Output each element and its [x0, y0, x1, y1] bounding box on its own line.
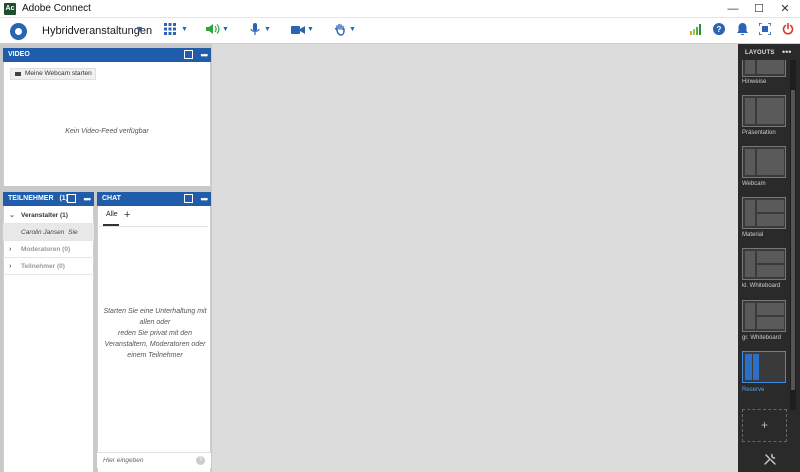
attendee-group-hosts[interactable]: ⌄ Veranstalter (1) [3, 207, 94, 224]
help-icon[interactable]: ? [711, 23, 727, 39]
chat-pod-header: CHAT ••• [97, 192, 211, 206]
layout-label: Reserve [742, 387, 765, 393]
tools-icon[interactable] [764, 453, 776, 468]
attendee-name: Carolin Jansen [21, 229, 65, 236]
chevron-down-icon[interactable]: ▼ [135, 24, 144, 34]
add-chat-tab-button[interactable]: + [124, 209, 130, 221]
chevron-down-icon[interactable]: ▼ [222, 26, 229, 33]
chevron-down-icon[interactable]: ▼ [307, 26, 314, 33]
attendee-group-participants[interactable]: › Teilnehmer (0) [3, 258, 94, 275]
chat-empty-message: Starten Sie eine Unterhaltung mit allen … [103, 308, 207, 359]
maximize-pod-icon[interactable] [184, 194, 193, 203]
chevron-down-icon[interactable]: ▼ [349, 26, 356, 33]
layout-item-reserve[interactable]: Reserve [741, 351, 787, 396]
attendees-pod-title: TEILNEHMER [8, 195, 54, 202]
attendee-row[interactable]: Carolin Jansen Sie [3, 224, 94, 241]
layout-item-praesentation[interactable]: Präsentation [741, 95, 787, 140]
layout-label: Präsentation [742, 130, 776, 136]
video-pod-title: VIDEO [8, 51, 30, 58]
layout-thumbnail [742, 197, 786, 229]
add-layout-button[interactable]: + [742, 409, 787, 442]
window-title: Adobe Connect [22, 3, 91, 14]
layout-thumbnail [742, 300, 786, 332]
svg-text:?: ? [717, 25, 722, 34]
video-pod-body [3, 62, 211, 186]
chat-input-placeholder: Hier eingeben [103, 457, 144, 464]
attendee-group-presenters[interactable]: › Moderatoren (0) [3, 241, 94, 258]
chevron-down-icon: ⌄ [9, 212, 15, 219]
title-bar: Ac Adobe Connect — ☐ ✕ [0, 0, 800, 18]
chevron-down-icon[interactable]: ▼ [264, 26, 271, 33]
chat-message-input[interactable]: Hier eingeben ? [97, 452, 211, 468]
more-options-icon[interactable]: ••• [84, 192, 92, 206]
signal-bars-icon[interactable] [688, 23, 704, 39]
chevron-right-icon: › [9, 246, 12, 253]
raise-hand-icon[interactable] [332, 23, 348, 39]
start-webcam-label: Meine Webcam starten [25, 70, 92, 77]
layout-thumbnail [742, 95, 786, 127]
layout-item-kl-whiteboard[interactable]: kl. Whiteboard [741, 248, 787, 293]
camera-icon [15, 72, 21, 76]
layouts-title: LAYOUTS [745, 50, 775, 56]
chevron-down-icon[interactable]: ▼ [181, 26, 188, 33]
maximize-button[interactable]: ☐ [746, 0, 772, 18]
layout-item-material[interactable]: Material [741, 197, 787, 242]
minimize-button[interactable]: — [720, 0, 746, 18]
more-options-icon[interactable]: ••• [782, 47, 791, 57]
start-webcam-button[interactable]: Meine Webcam starten [10, 68, 96, 80]
layout-label: kl. Whiteboard [742, 283, 781, 289]
maximize-pod-icon[interactable] [184, 50, 193, 59]
fullscreen-icon[interactable] [757, 22, 773, 39]
speaker-icon[interactable] [205, 23, 221, 39]
layout-label: gr. Whiteboard [742, 335, 782, 341]
chat-tab-all[interactable]: Alle [106, 211, 118, 218]
main-stage-area [212, 44, 738, 472]
apps-grid-icon[interactable] [162, 23, 178, 39]
close-window-button[interactable]: ✕ [772, 0, 798, 18]
app-toolbar: Hybridveranstaltungen ▼ ▼ ▼ ▼ ▼ ▼ ? [0, 18, 800, 44]
layout-label: Webcam [742, 181, 766, 187]
layout-item-webcam[interactable]: Webcam [741, 146, 787, 191]
layout-thumbnail [742, 60, 786, 77]
maximize-pod-icon[interactable] [67, 194, 76, 203]
more-options-icon[interactable]: ••• [201, 48, 209, 62]
chevron-right-icon: › [9, 263, 12, 270]
app-logo: Ac [4, 3, 16, 15]
no-video-feed-message: Kein Video-Feed verfügbar [65, 128, 149, 135]
layout-label: Hinweise [742, 79, 767, 85]
layout-thumbnail [742, 248, 786, 280]
notifications-icon[interactable] [734, 23, 750, 39]
microphone-icon[interactable] [247, 23, 263, 39]
video-pod-header: VIDEO ••• [3, 48, 211, 62]
layout-label: Material [742, 232, 764, 238]
power-icon[interactable] [780, 22, 796, 39]
chat-pod-title: CHAT [102, 195, 121, 202]
layout-item-hinweise[interactable]: Hinweise [741, 60, 787, 90]
camera-icon[interactable] [290, 23, 306, 39]
help-icon[interactable]: ? [196, 456, 205, 465]
layout-thumbnail [742, 351, 786, 383]
layout-thumbnail [742, 146, 786, 178]
adobe-connect-logo-icon[interactable] [10, 23, 27, 40]
chat-tab-divider [99, 226, 208, 227]
attendee-self-marker: Sie [68, 229, 78, 236]
layouts-scrollbar-thumb[interactable] [791, 90, 795, 390]
layout-item-gr-whiteboard[interactable]: gr. Whiteboard [741, 300, 787, 345]
attendees-pod-header: TEILNEHMER (1) ••• [3, 192, 94, 206]
more-options-icon[interactable]: ••• [201, 192, 209, 206]
